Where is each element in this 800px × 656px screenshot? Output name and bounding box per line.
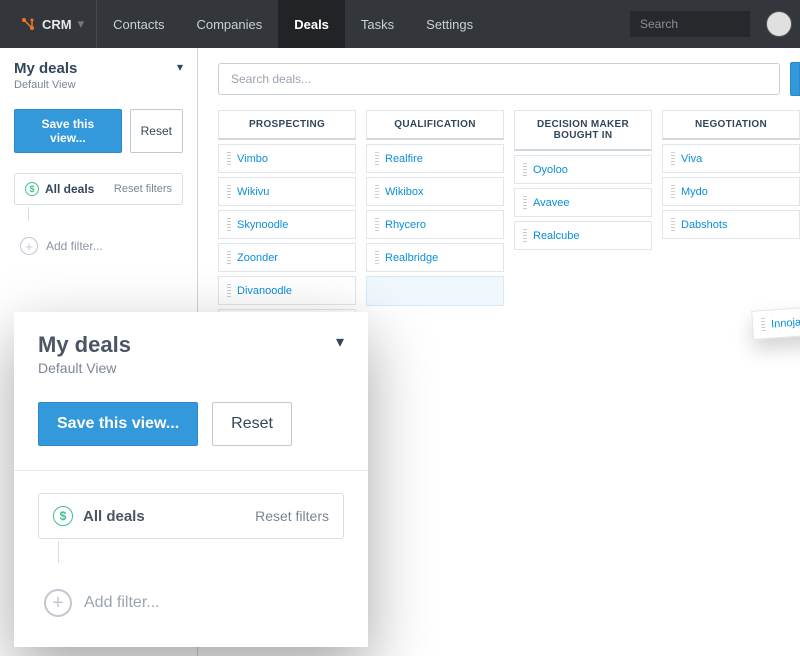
dollar-icon: $ [53, 506, 73, 526]
view-title: My deals [14, 60, 77, 77]
nav-settings[interactable]: Settings [410, 0, 489, 48]
zoom-panel: My deals Default View ▾ Save this view..… [14, 312, 368, 647]
board-column: QUALIFICATION Realfire Wikibox Rhycero Realb… [366, 110, 504, 338]
zoom-add-filter-button[interactable]: + Add filter... [38, 589, 344, 617]
avatar[interactable] [766, 11, 792, 37]
nav-tasks[interactable]: Tasks [345, 0, 410, 48]
view-subtitle: Default View [14, 79, 77, 91]
drag-handle-icon [671, 218, 675, 231]
drag-handle-icon [227, 152, 231, 165]
filter-label: All deals [45, 182, 94, 196]
deal-card[interactable]: Realcube [514, 221, 652, 250]
brand-label: CRM [42, 17, 72, 32]
primary-action-button[interactable] [790, 62, 800, 96]
reset-button[interactable]: Reset [130, 109, 183, 153]
drag-handle-icon [375, 218, 379, 231]
deal-link[interactable]: Skynoodle [237, 219, 288, 231]
deal-link[interactable]: Rhycero [385, 219, 426, 231]
zoom-filter-chip-all-deals[interactable]: $ All deals Reset filters [38, 493, 344, 539]
deal-card[interactable]: Zoonder [218, 243, 356, 272]
column-header: DECISION MAKER BOUGHT IN [514, 110, 652, 151]
zoom-view-title: My deals [38, 332, 131, 358]
deal-link[interactable]: Innojam [771, 315, 800, 330]
deal-card[interactable]: Wikibox [366, 177, 504, 206]
zoom-save-view-button[interactable]: Save this view... [38, 402, 198, 446]
drag-handle-icon [671, 152, 675, 165]
zoom-add-filter-label: Add filter... [84, 594, 160, 612]
drag-handle-icon [227, 218, 231, 231]
deal-link[interactable]: Oyoloo [533, 164, 568, 176]
deal-card[interactable]: Skynoodle [218, 210, 356, 239]
drag-handle-icon [227, 284, 231, 297]
drag-handle-icon [671, 185, 675, 198]
column-header: QUALIFICATION [366, 110, 504, 140]
deal-card[interactable]: Oyoloo [514, 155, 652, 184]
zoom-view-selector[interactable]: My deals Default View ▾ [38, 332, 344, 376]
top-nav: CRM ▾ Contacts Companies Deals Tasks Set… [0, 0, 800, 48]
deal-link[interactable]: Viva [681, 153, 702, 165]
column-header: NEGOTIATION [662, 110, 800, 140]
drag-handle-icon [375, 185, 379, 198]
board-column: DECISION MAKER BOUGHT IN Oyoloo Avavee Real… [514, 110, 652, 338]
deal-card[interactable]: Realfire [366, 144, 504, 173]
chevron-down-icon: ▾ [336, 332, 344, 352]
deal-link[interactable]: Wikivu [237, 186, 269, 198]
zoom-reset-button[interactable]: Reset [212, 402, 292, 446]
deal-link[interactable]: Mydo [681, 186, 708, 198]
tree-connector [58, 541, 344, 563]
deal-card[interactable]: Vimbo [218, 144, 356, 173]
deal-card[interactable]: Rhycero [366, 210, 504, 239]
deal-card[interactable]: Viva [662, 144, 800, 173]
deal-card[interactable]: Avavee [514, 188, 652, 217]
nav-deals[interactable]: Deals [278, 0, 345, 48]
tree-connector [28, 207, 183, 221]
zoom-reset-filters-link[interactable]: Reset filters [255, 508, 329, 524]
deals-search-input[interactable] [218, 63, 780, 95]
plus-icon: + [44, 589, 72, 617]
drag-handle-icon [523, 229, 527, 242]
deal-link[interactable]: Realbridge [385, 252, 438, 264]
nav-contacts[interactable]: Contacts [97, 0, 180, 48]
drag-handle-icon [375, 152, 379, 165]
dollar-icon: $ [25, 182, 39, 196]
brand-menu[interactable]: CRM ▾ [8, 0, 97, 48]
board-column: PROSPECTING Vimbo Wikivu Skynoodle Zoonder Di… [218, 110, 356, 338]
chevron-down-icon: ▾ [177, 60, 183, 74]
drag-handle-icon [227, 251, 231, 264]
add-filter-label: Add filter... [46, 239, 103, 253]
deal-link[interactable]: Vimbo [237, 153, 268, 165]
view-selector[interactable]: My deals Default View ▾ [14, 60, 183, 91]
deal-link[interactable]: Wikibox [385, 186, 424, 198]
deal-card[interactable]: Realbridge [366, 243, 504, 272]
drag-handle-icon [761, 318, 766, 331]
hubspot-icon [20, 16, 36, 32]
deal-card[interactable]: Mydo [662, 177, 800, 206]
drag-handle-icon [523, 163, 527, 176]
zoom-filter-label: All deals [83, 508, 145, 525]
column-header: PROSPECTING [218, 110, 356, 140]
nav-companies[interactable]: Companies [180, 0, 278, 48]
deal-card[interactable]: Dabshots [662, 210, 800, 239]
deal-link[interactable]: Divanoodle [237, 285, 292, 297]
reset-filters-link[interactable]: Reset filters [114, 183, 172, 195]
drag-handle-icon [227, 185, 231, 198]
plus-icon: + [20, 237, 38, 255]
board-column: NEGOTIATION Viva Mydo Dabshots [662, 110, 800, 338]
filter-chip-all-deals[interactable]: $ All deals Reset filters [14, 173, 183, 205]
deal-link[interactable]: Realcube [533, 230, 579, 242]
deal-link[interactable]: Avavee [533, 197, 570, 209]
drag-handle-icon [523, 196, 527, 209]
drop-slot[interactable] [366, 276, 504, 306]
deal-card[interactable]: Divanoodle [218, 276, 356, 305]
deal-link[interactable]: Dabshots [681, 219, 727, 231]
add-filter-button[interactable]: + Add filter... [14, 237, 183, 255]
save-view-button[interactable]: Save this view... [14, 109, 122, 153]
drag-handle-icon [375, 251, 379, 264]
deal-link[interactable]: Realfire [385, 153, 423, 165]
deal-card[interactable]: Wikivu [218, 177, 356, 206]
global-search-input[interactable] [630, 11, 750, 37]
deal-link[interactable]: Zoonder [237, 252, 278, 264]
chevron-down-icon: ▾ [78, 16, 85, 32]
zoom-view-subtitle: Default View [38, 360, 131, 376]
